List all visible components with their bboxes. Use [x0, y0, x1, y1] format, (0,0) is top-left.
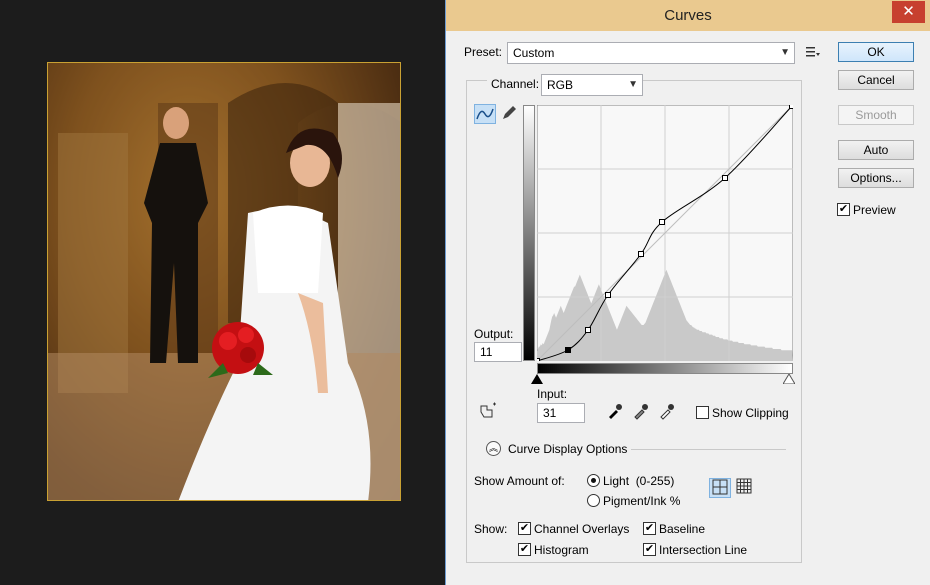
- channel-value: RGB: [547, 78, 574, 92]
- input-field[interactable]: 31: [537, 403, 585, 423]
- curve-point[interactable]: [659, 219, 665, 225]
- curve-point[interactable]: [789, 105, 794, 109]
- channel-overlays-checkbox[interactable]: ✔: [518, 522, 531, 535]
- options-button[interactable]: Options...: [838, 168, 914, 188]
- photo: [47, 62, 401, 501]
- show-clipping-checkbox[interactable]: [696, 406, 709, 419]
- curve-point[interactable]: [585, 327, 591, 333]
- show-clipping-label: Show Clipping: [712, 406, 789, 420]
- white-point-slider[interactable]: [782, 373, 796, 387]
- dialog-title: Curves: [664, 7, 712, 24]
- chevron-up-icon[interactable]: ︽: [486, 441, 501, 456]
- curve-point[interactable]: [722, 175, 728, 181]
- input-label: Input:: [537, 387, 568, 401]
- curves-dialog: Curves ✕ Preset: Custom ▼ OK Cancel Smoo…: [445, 0, 930, 585]
- input-gradient-bar: [537, 363, 793, 374]
- pigment-radio[interactable]: [587, 494, 600, 507]
- check-icon: ✔: [644, 543, 655, 555]
- black-point-slider[interactable]: [531, 373, 543, 387]
- chevron-down-icon: ▼: [780, 47, 790, 58]
- eyedropper-icon[interactable]: [630, 402, 652, 422]
- grid-4-icon[interactable]: [709, 478, 731, 498]
- preset-value: Custom: [513, 46, 555, 60]
- intersection-line-label: Intersection Line: [659, 543, 748, 557]
- grid-10-icon[interactable]: [733, 478, 755, 498]
- preview-checkbox[interactable]: ✔: [837, 203, 850, 216]
- curve-point[interactable]: [638, 251, 644, 257]
- check-icon: ✔: [838, 203, 849, 215]
- document-canvas: [0, 0, 446, 585]
- show-amount-label: Show Amount of:: [474, 474, 565, 488]
- histogram-checkbox[interactable]: ✔: [518, 543, 531, 556]
- dialog-titlebar: Curves ✕: [446, 0, 930, 31]
- histogram-label: Histogram: [534, 543, 589, 557]
- output-gradient-bar: [523, 105, 535, 361]
- photo-illustration: [48, 63, 400, 500]
- close-button[interactable]: ✕: [892, 1, 925, 23]
- light-label: Light (0-255): [603, 474, 675, 488]
- pigment-label: Pigment/Ink %: [603, 494, 681, 508]
- output-field[interactable]: 11: [474, 342, 522, 362]
- channel-overlays-label: Channel Overlays: [534, 522, 630, 536]
- cancel-button[interactable]: Cancel: [838, 70, 914, 90]
- curve-point[interactable]: [605, 292, 611, 298]
- chevron-down-icon: ▼: [628, 79, 638, 90]
- preview-label: Preview: [853, 203, 896, 217]
- check-icon: ✔: [519, 522, 530, 534]
- baseline-label: Baseline: [659, 522, 706, 536]
- preset-select[interactable]: Custom ▼: [507, 42, 795, 64]
- on-image-adjust-icon[interactable]: [476, 402, 498, 422]
- smooth-button[interactable]: Smooth: [838, 105, 914, 125]
- preset-label: Preset:: [464, 45, 503, 59]
- output-label: Output:: [474, 327, 514, 341]
- curve-point[interactable]: [565, 347, 571, 353]
- show-label: Show:: [474, 522, 508, 536]
- intersection-line-checkbox[interactable]: ✔: [643, 543, 656, 556]
- light-radio[interactable]: [587, 474, 600, 487]
- ok-button[interactable]: OK: [838, 42, 914, 62]
- auto-button[interactable]: Auto: [838, 140, 914, 160]
- close-icon: ✕: [902, 3, 915, 20]
- eyedropper-icon[interactable]: [656, 402, 678, 422]
- check-icon: ✔: [519, 543, 530, 555]
- channel-label: Channel:: [487, 77, 544, 91]
- curve-point[interactable]: [537, 358, 540, 362]
- curve-display-options-label: Curve Display Options: [508, 442, 628, 456]
- list-menu-icon[interactable]: [805, 45, 821, 59]
- pencil-icon[interactable]: [498, 104, 520, 124]
- options-divider: [631, 449, 786, 450]
- curve-tool-icon[interactable]: [474, 104, 496, 124]
- check-icon: ✔: [644, 522, 655, 534]
- baseline-checkbox[interactable]: ✔: [643, 522, 656, 535]
- curve-graph[interactable]: [537, 105, 793, 361]
- channel-select[interactable]: RGB ▼: [541, 74, 643, 96]
- eyedropper-icon[interactable]: [604, 402, 626, 422]
